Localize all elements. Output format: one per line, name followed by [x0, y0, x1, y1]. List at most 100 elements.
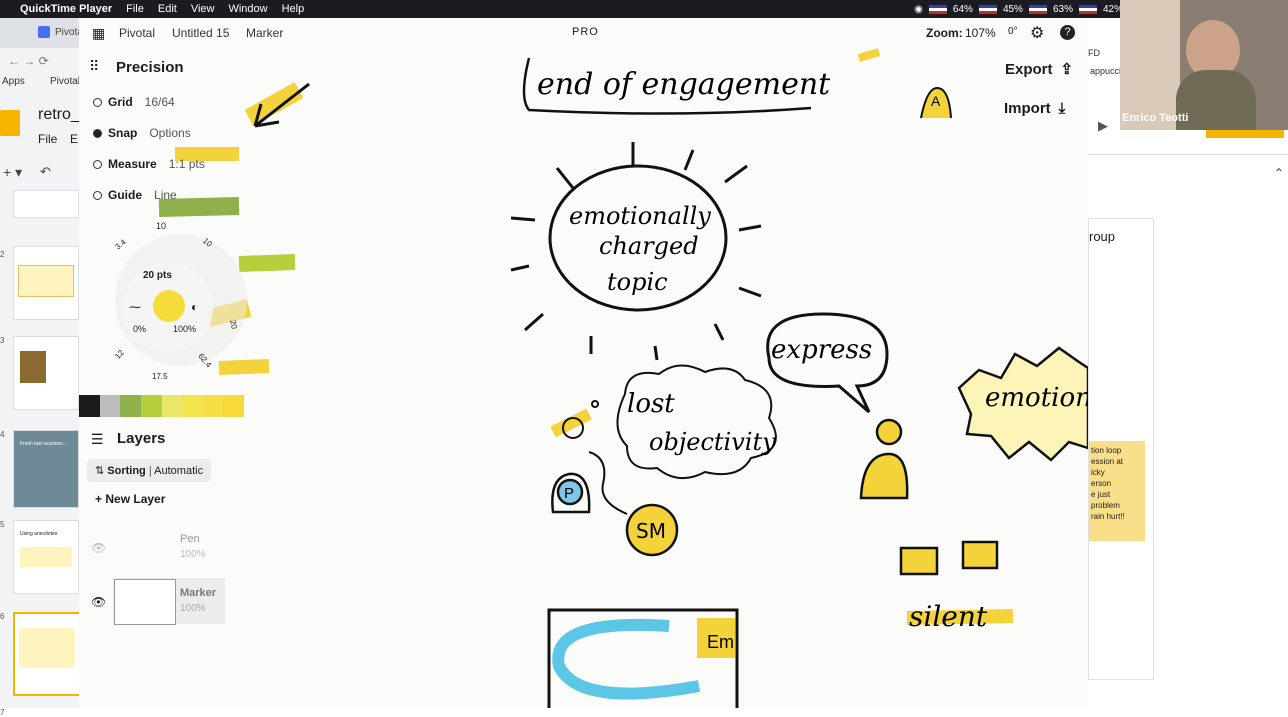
bubble-express-text: express: [771, 335, 872, 365]
person-head: [875, 418, 903, 446]
import-button[interactable]: Import ⤓: [1004, 100, 1065, 117]
disk-value: 63%: [1052, 3, 1073, 15]
marker-stroke: [218, 359, 270, 375]
palette-swatch[interactable]: [120, 395, 141, 417]
export-button[interactable]: Export ⇪: [1005, 60, 1074, 79]
emotion-text: emotion: [985, 383, 1088, 413]
cloud-line2: objectivity: [649, 428, 776, 456]
slide-thumb-2[interactable]: [13, 246, 79, 320]
cloud-bubble: [616, 364, 777, 479]
concepts-topbar: ▦ Pivotal Untitled 15 Marker PRO Zoom: 1…: [79, 18, 1088, 46]
slide-thumb-5[interactable]: Using anecdotes: [13, 520, 79, 594]
marker-stroke: [857, 48, 881, 62]
layer-opacity-marker: 100%: [180, 603, 206, 614]
menu-edit[interactable]: Edit: [158, 3, 177, 15]
menu-window[interactable]: Window: [228, 3, 267, 15]
marker-stroke: [244, 82, 304, 126]
bubble-main-line1: emotionally: [569, 202, 711, 230]
slide-thumb-1[interactable]: [13, 190, 79, 218]
badge-sm-label: SM: [636, 519, 666, 543]
layer-thumb-pen[interactable]: [113, 527, 173, 571]
opacity-icon[interactable]: ◐: [191, 300, 198, 314]
guide-radio-icon[interactable]: [93, 190, 102, 200]
doc-title[interactable]: retro_: [38, 106, 80, 124]
preset-size[interactable]: 17.5: [152, 372, 168, 381]
gear-icon[interactable]: ⚙: [1030, 23, 1044, 43]
breadcrumb-drawing[interactable]: Untitled 15: [172, 26, 229, 40]
layers-title: Layers: [117, 430, 166, 447]
present-icon[interactable]: ▶: [1098, 118, 1108, 134]
bookmark-fd[interactable]: FD: [1088, 48, 1118, 60]
drag-handle-icon[interactable]: ⠿: [89, 58, 99, 75]
menu-file[interactable]: File: [126, 3, 144, 15]
marker-stroke: [158, 197, 240, 217]
breadcrumb-home[interactable]: Pivotal: [119, 26, 155, 40]
bookmark-apps[interactable]: Apps: [2, 76, 25, 87]
menu-view[interactable]: View: [191, 3, 215, 15]
brush-size[interactable]: 20 pts: [143, 270, 172, 281]
layer-name-pen[interactable]: Pen: [180, 533, 200, 545]
bookmark-tappuccino[interactable]: appuccino: [1090, 66, 1120, 76]
palette-swatch[interactable]: [202, 395, 224, 417]
browser-window-left: Pivota ← → ⟳ Apps Pivotal retro_ File E …: [0, 18, 83, 717]
palette-swatch[interactable]: [161, 395, 183, 417]
eye-icon[interactable]: 👁: [91, 541, 106, 555]
record-icon[interactable]: ◉: [914, 4, 923, 15]
measure-toggle[interactable]: Measure 1:1 pts: [93, 157, 205, 171]
layer-name-marker[interactable]: Marker: [180, 587, 216, 599]
bookmark-pivotal[interactable]: Pivotal: [50, 76, 80, 87]
palette-swatch[interactable]: [79, 395, 100, 417]
palette-swatch[interactable]: [99, 395, 121, 417]
snap-radio-icon[interactable]: [93, 128, 102, 138]
app-menu[interactable]: QuickTime Player: [20, 3, 112, 15]
browser-nav-icons[interactable]: ← → ⟳: [8, 54, 49, 68]
figure-label-a: A: [931, 93, 941, 109]
brush-smoothing-icon[interactable]: ⁓: [129, 300, 141, 314]
eye-icon[interactable]: 👁: [91, 595, 106, 609]
new-layer-button[interactable]: + New Layer: [95, 492, 165, 506]
undo-icon[interactable]: ↶: [40, 164, 51, 180]
add-slide-icon[interactable]: + ▾: [3, 164, 22, 181]
drawing-canvas[interactable]: end of engagement A emotionally charged …: [79, 18, 1088, 708]
guide-toggle[interactable]: Guide Line: [93, 188, 177, 202]
slide-thumb-4[interactable]: Fresh last sessions...: [13, 430, 79, 508]
slide-num: 3: [0, 336, 5, 345]
palette-swatch[interactable]: [140, 395, 162, 417]
sorting-button[interactable]: ⇅ Sorting | Automatic: [87, 459, 212, 482]
breadcrumb-tool[interactable]: Marker: [246, 26, 283, 40]
snap-toggle[interactable]: Snap Options: [93, 126, 191, 140]
slide-thumb-6[interactable]: [13, 612, 81, 696]
color-swatch[interactable]: [153, 290, 185, 322]
grid-radio-icon[interactable]: [93, 97, 102, 107]
preset-size[interactable]: 10: [156, 221, 166, 231]
palette-swatch[interactable]: [182, 395, 203, 417]
tab-favicon-icon: [38, 26, 50, 38]
doc-menu-edit[interactable]: E: [70, 132, 78, 146]
cpu-value: 64%: [952, 3, 973, 15]
slide-thumb-3[interactable]: [13, 336, 79, 410]
menu-help[interactable]: Help: [282, 3, 305, 15]
box-left: [899, 546, 939, 576]
slides-logo-icon: [0, 110, 20, 136]
palette-swatch[interactable]: [223, 395, 244, 417]
color-palette[interactable]: [79, 395, 244, 417]
help-icon[interactable]: ?: [1060, 25, 1075, 40]
ram-value: 45%: [1002, 3, 1023, 15]
grid-toggle[interactable]: Grid 16/64: [93, 95, 175, 109]
export-label: Export: [1005, 60, 1053, 78]
pro-badge[interactable]: PRO: [572, 26, 599, 38]
cloud-line1: lost: [627, 389, 675, 419]
zoom-value[interactable]: 107%: [965, 26, 996, 40]
preset-size[interactable]: 20: [228, 319, 238, 329]
grid-menu-icon[interactable]: ▦: [92, 25, 105, 42]
sorting-label: Sorting: [107, 465, 146, 477]
layer-thumb-marker[interactable]: [114, 579, 176, 625]
rotation-value[interactable]: 0°: [1008, 26, 1018, 37]
disk-flag-icon: [1028, 4, 1047, 14]
layers-icon[interactable]: ☰: [91, 431, 104, 448]
export-icon: ⇪: [1060, 61, 1074, 78]
doc-menu-file[interactable]: File: [38, 132, 57, 146]
collapse-icon[interactable]: ⌃: [1274, 166, 1284, 180]
measure-radio-icon[interactable]: [93, 159, 102, 169]
webcam-video: Enrico Teotti: [1120, 0, 1288, 130]
